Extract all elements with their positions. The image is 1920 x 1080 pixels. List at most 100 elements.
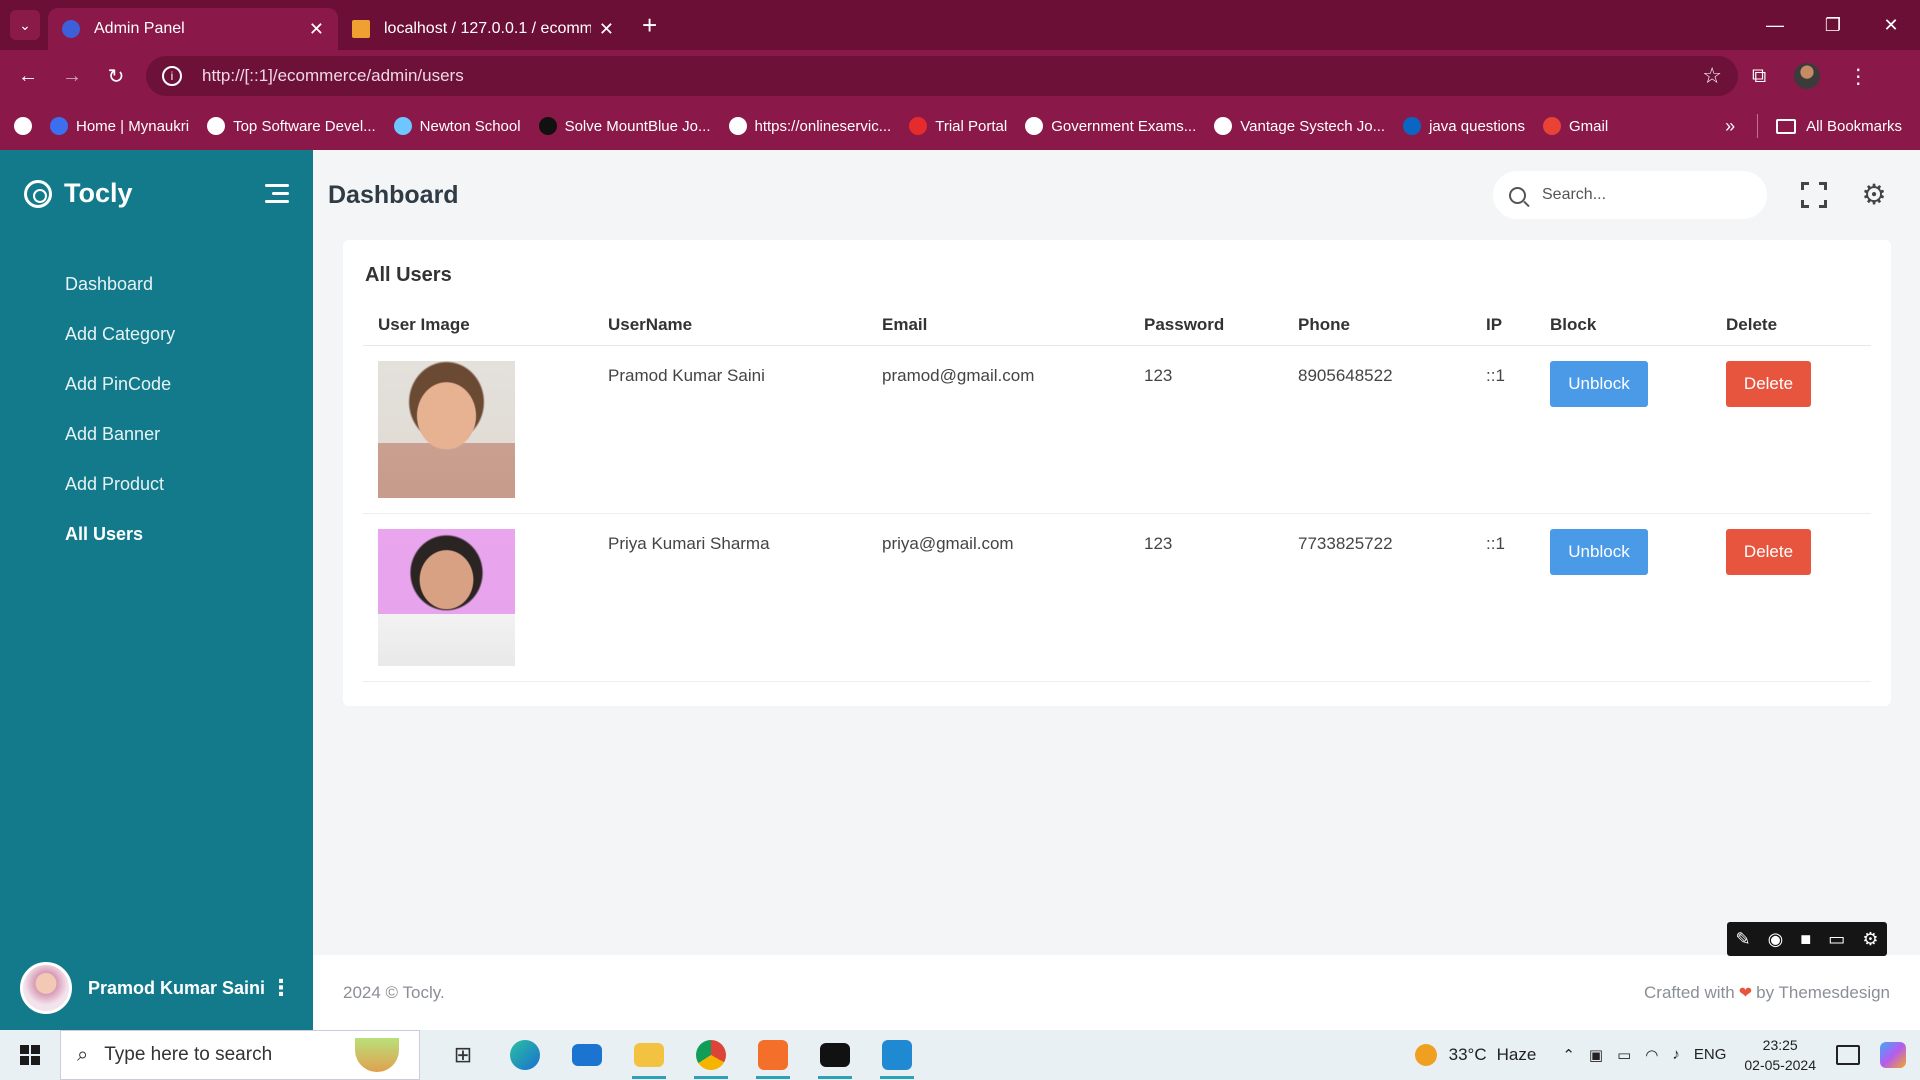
search-input[interactable] (1542, 186, 1742, 204)
vscode-icon[interactable] (866, 1030, 928, 1080)
bookmark-label: Trial Portal (935, 117, 1008, 135)
search-box[interactable] (1493, 171, 1767, 219)
new-tab-icon[interactable]: + (642, 10, 657, 41)
window-icon[interactable]: ▭ (1828, 929, 1845, 950)
recorder-toolbar: ✎ ◉ ■ ▭ ⚙ (1727, 922, 1887, 956)
bookmark-item[interactable]: Gmail (1542, 117, 1608, 135)
bookmark-globe-icon[interactable] (14, 117, 32, 135)
chrome-icon[interactable] (680, 1030, 742, 1080)
close-icon[interactable]: ✕ (599, 19, 614, 40)
cell-email: priya@gmail.com (867, 513, 1129, 682)
site-info-icon[interactable]: i (162, 66, 182, 86)
chevron-down-icon: ⌄ (19, 16, 31, 33)
battery-icon[interactable]: ▭ (1617, 1046, 1631, 1064)
terminal-icon[interactable] (804, 1030, 866, 1080)
settings-icon[interactable]: ⚙ (1862, 929, 1878, 950)
camera-icon[interactable]: ◉ (1768, 929, 1784, 950)
fullscreen-icon[interactable] (1800, 181, 1828, 209)
video-icon[interactable]: ■ (1800, 929, 1811, 950)
bookmark-item[interactable]: Newton School (393, 117, 521, 135)
bookmark-item[interactable]: Solve MountBlue Jo... (538, 117, 711, 135)
unblock-button[interactable]: Unblock (1550, 360, 1648, 407)
delete-cell: Delete (1711, 345, 1871, 514)
user-image-cell (363, 513, 593, 682)
cell-password: 123 (1129, 345, 1283, 514)
task-view-icon[interactable]: ⊞ (432, 1030, 494, 1080)
profile-avatar[interactable] (1794, 63, 1821, 89)
browser-menu-icon[interactable]: ⋮ (1848, 64, 1868, 89)
tab-search-button[interactable]: ⌄ (10, 10, 40, 40)
system-tray: 33°C Haze ⌃ ▣ ▭ ◠ ♪ ENG 23:25 02-05-2024 (1414, 1035, 1920, 1075)
weather-widget[interactable]: 33°C Haze (1414, 1044, 1536, 1066)
hamburger-menu-icon[interactable] (265, 179, 289, 208)
windows-start-icon[interactable] (0, 1045, 60, 1065)
bookmark-label: Top Software Devel... (233, 117, 376, 135)
url-input[interactable]: i http://[::1]/ecommerce/admin/users ☆ (146, 56, 1738, 96)
sidebar-user: Pramod Kumar Saini ⋮ (20, 962, 300, 1014)
back-icon[interactable]: ← (6, 65, 50, 88)
bookmark-item[interactable]: Home | Mynaukri (50, 117, 189, 135)
notifications-icon[interactable] (1836, 1045, 1860, 1065)
tab-phpmyadmin[interactable]: localhost / 127.0.0.1 / ecommerce ✕ (338, 8, 628, 50)
close-icon[interactable]: ✕ (309, 19, 324, 40)
bookmark-favicon-icon (909, 117, 928, 135)
bookmark-item[interactable]: Vantage Systech Jo... (1214, 117, 1385, 135)
bookmark-item[interactable]: Government Exams... (1025, 117, 1196, 135)
bookmark-item[interactable]: https://onlineservic... (728, 117, 891, 135)
cell-phone: 7733825722 (1283, 513, 1471, 682)
taskbar-search[interactable]: ⌕ Type here to search (60, 1030, 420, 1080)
mail-icon[interactable] (556, 1030, 618, 1080)
sidebar-item-add-product[interactable]: Add Product (0, 459, 313, 509)
bookmark-item[interactable]: java questions (1403, 117, 1525, 135)
bookmark-label: Newton School (419, 117, 521, 135)
xampp-icon[interactable] (742, 1030, 804, 1080)
address-bar-row: ← → ↻ i http://[::1]/ecommerce/admin/use… (0, 50, 1920, 102)
bookmark-label: Vantage Systech Jo... (1240, 117, 1386, 135)
themesdesign-link[interactable]: by Themesdesign (1756, 983, 1890, 1003)
user-photo (378, 360, 515, 498)
sidebar-item-add-banner[interactable]: Add Banner (0, 409, 313, 459)
copyright-text: 2024 © Tocly. (343, 982, 445, 1002)
users-table: User Image UserName Email Password Phone IP Bl… (363, 307, 1871, 682)
wifi-icon[interactable]: ◠ (1645, 1046, 1658, 1064)
language-indicator[interactable]: ENG (1694, 1046, 1727, 1064)
bookmarks-overflow-icon[interactable]: » (1725, 116, 1735, 137)
delete-button[interactable]: Delete (1726, 528, 1811, 575)
edge-icon[interactable] (494, 1030, 556, 1080)
clock-time: 23:25 (1762, 1037, 1798, 1053)
file-explorer-icon[interactable] (618, 1030, 680, 1080)
sidebar-item-add-category[interactable]: Add Category (0, 309, 313, 359)
pin-icon[interactable]: ✎ (1736, 929, 1751, 950)
bookmark-item[interactable]: Trial Portal (909, 117, 1007, 135)
minimize-icon[interactable]: — (1746, 15, 1804, 36)
restore-icon[interactable]: ❐ (1804, 15, 1862, 36)
temperature: 33°C (1448, 1045, 1487, 1064)
taskbar: ⌕ Type here to search ⊞ 33°C Haze ⌃ ▣ ▭ … (0, 1030, 1920, 1080)
delete-button[interactable]: Delete (1726, 360, 1811, 407)
gear-icon[interactable]: ⚙ (1861, 181, 1887, 209)
clock[interactable]: 23:25 02-05-2024 (1744, 1035, 1816, 1075)
bookmark-item[interactable]: Top Software Devel... (207, 117, 376, 135)
volume-icon[interactable]: ♪ (1672, 1046, 1680, 1064)
all-bookmarks-button[interactable]: All Bookmarks (1776, 118, 1902, 135)
window-close-icon[interactable]: ✕ (1862, 15, 1920, 36)
sidebar-item-all-users[interactable]: All Users (0, 509, 313, 559)
unblock-button[interactable]: Unblock (1550, 528, 1648, 575)
more-options-icon[interactable]: ⋮ (270, 975, 292, 1001)
search-icon (1509, 186, 1526, 204)
device-icon[interactable]: ▣ (1589, 1046, 1603, 1064)
bookmark-favicon-icon (538, 117, 557, 135)
sidebar-item-dashboard[interactable]: Dashboard (0, 259, 313, 309)
sidebar-item-add-pincode[interactable]: Add PinCode (0, 359, 313, 409)
heart-icon: ❤ (1738, 984, 1753, 1002)
column-header: User Image (363, 307, 593, 346)
bookmark-star-icon[interactable]: ☆ (1702, 63, 1722, 89)
extensions-icon[interactable]: ⧉ (1752, 65, 1766, 88)
reload-icon[interactable]: ↻ (94, 64, 138, 89)
forward-icon[interactable]: → (50, 65, 94, 88)
footer-credit: Crafted with ❤ by Themesdesign (1644, 983, 1890, 1003)
tab-admin-panel[interactable]: Admin Panel ✕ (48, 8, 338, 50)
copilot-icon[interactable] (1880, 1042, 1906, 1068)
avatar[interactable] (20, 962, 72, 1014)
chevron-up-icon[interactable]: ⌃ (1562, 1046, 1575, 1064)
